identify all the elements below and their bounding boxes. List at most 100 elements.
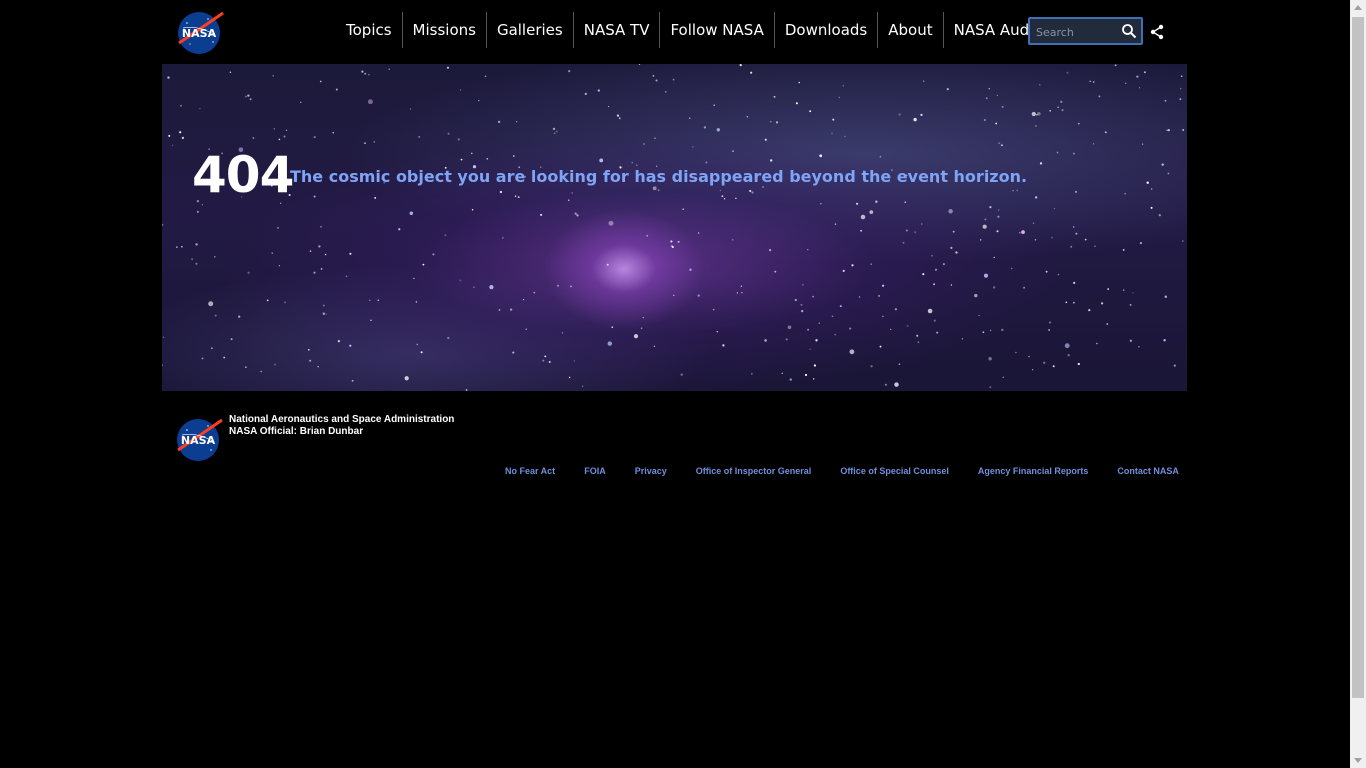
star [1048, 321, 1052, 324]
star [459, 279, 462, 282]
star [842, 85, 844, 87]
star [1067, 354, 1070, 357]
star [633, 334, 639, 339]
nav-item-galleries[interactable]: Galleries [485, 12, 573, 48]
scroll-up-arrow-icon[interactable] [1354, 5, 1362, 10]
star [1136, 75, 1139, 78]
star [1048, 329, 1051, 331]
star [802, 284, 804, 286]
star [689, 268, 692, 271]
footer-link-no-fear-act[interactable]: No Fear Act [505, 466, 555, 476]
footer-link-office-of-special-counsel[interactable]: Office of Special Counsel [840, 466, 949, 476]
star [540, 213, 543, 216]
nav-item-nasa-tv[interactable]: NASA TV [572, 12, 660, 48]
star [162, 223, 164, 226]
star [1039, 84, 1041, 86]
scroll-thumb[interactable] [1352, 17, 1364, 698]
star [680, 373, 683, 376]
star [313, 195, 316, 198]
star [618, 117, 621, 120]
star [894, 382, 899, 387]
star [499, 190, 503, 194]
footer-link-foia[interactable]: FOIA [584, 466, 606, 476]
star [484, 75, 487, 78]
search-input[interactable] [1034, 22, 1124, 42]
star [553, 132, 556, 135]
star [809, 110, 812, 113]
star [646, 234, 649, 237]
star [988, 87, 991, 90]
star [322, 312, 325, 315]
star [416, 343, 419, 346]
star [418, 135, 421, 138]
scroll-down-arrow-icon[interactable] [1354, 758, 1362, 763]
star [882, 315, 884, 318]
star [860, 214, 866, 220]
star [195, 243, 198, 246]
nav-item-topics[interactable]: Topics [336, 12, 402, 48]
star [1031, 111, 1036, 117]
star [879, 345, 882, 348]
star [750, 71, 753, 74]
footer-link-office-of-inspector-general[interactable]: Office of Inspector General [696, 466, 812, 476]
star [409, 108, 412, 110]
nav-item-follow-nasa[interactable]: Follow NASA [659, 12, 773, 48]
star [722, 344, 725, 347]
star [196, 210, 199, 213]
star [831, 315, 834, 318]
nav-item-downloads[interactable]: Downloads [773, 12, 877, 48]
star [884, 383, 887, 386]
star [989, 206, 992, 209]
star [984, 218, 987, 221]
star [751, 373, 753, 375]
star [319, 80, 322, 83]
star [1064, 343, 1070, 349]
footer-nasa-logo-icon[interactable]: NASA [174, 415, 224, 463]
star [789, 378, 792, 381]
star [1129, 339, 1133, 342]
star [373, 141, 375, 143]
star [781, 372, 783, 374]
star [948, 209, 953, 214]
share-icon[interactable] [1150, 24, 1164, 40]
star [657, 189, 660, 192]
main-nav: Topics Missions Galleries NASA TV Follow NAS… [336, 12, 1087, 48]
star [276, 226, 280, 229]
star [377, 299, 380, 301]
page: NASA Topics Missions Galleries NASA TV Follo… [0, 0, 1350, 768]
star [422, 263, 425, 266]
nav-item-about[interactable]: About [877, 12, 942, 48]
star [1151, 188, 1153, 190]
star [471, 152, 473, 155]
star [933, 319, 936, 322]
star [533, 291, 536, 294]
star [486, 157, 489, 160]
star [1107, 288, 1110, 291]
star [544, 355, 547, 358]
star [920, 113, 923, 117]
star [946, 87, 949, 91]
star [955, 251, 958, 254]
star [285, 129, 288, 132]
star [913, 117, 917, 122]
star [800, 303, 803, 306]
footer-link-privacy[interactable]: Privacy [635, 466, 667, 476]
star [989, 386, 992, 389]
star [364, 142, 366, 144]
star [1012, 190, 1014, 192]
footer-link-contact-nasa[interactable]: Contact NASA [1117, 466, 1179, 476]
star [831, 132, 833, 134]
nav-item-missions[interactable]: Missions [401, 12, 486, 48]
footer-link-agency-financial-reports[interactable]: Agency Financial Reports [978, 466, 1089, 476]
star [525, 328, 528, 330]
star [555, 130, 558, 133]
star [351, 379, 354, 382]
star [1114, 64, 1117, 67]
star [881, 284, 885, 287]
star [1001, 105, 1004, 108]
star [640, 327, 643, 330]
nasa-logo-icon[interactable]: NASA [175, 9, 225, 55]
search-icon[interactable] [1121, 23, 1137, 39]
vertical-scrollbar[interactable] [1350, 0, 1366, 768]
star [1000, 144, 1003, 147]
